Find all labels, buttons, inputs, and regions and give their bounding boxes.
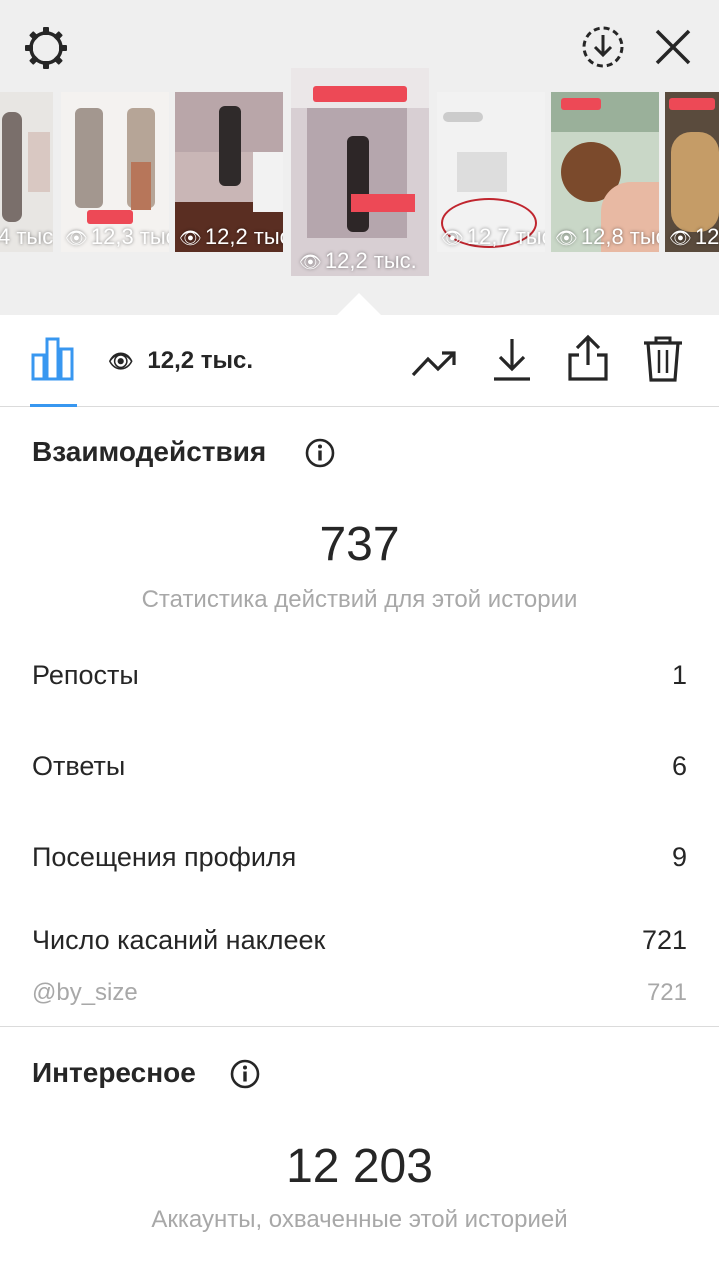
story-thumbnail[interactable]: 👁12,8 тыс. — [551, 92, 659, 252]
interactions-total: 737 — [319, 518, 400, 571]
eye-icon: 👁 — [65, 228, 88, 248]
replies-value: 6 — [671, 751, 687, 781]
sticker-handle-label: @by_size — [32, 979, 138, 1006]
sticker-taps-label: Число касаний наклеек — [32, 925, 326, 955]
profile-visits-value: 9 — [671, 842, 687, 872]
story-views: 👁 12 — [669, 224, 719, 249]
eye-icon: 👁 — [179, 228, 202, 248]
share-icon[interactable] — [566, 333, 610, 383]
story-thumbnail[interactable]: 👁12,3 тыс. — [61, 92, 169, 252]
close-icon[interactable] — [650, 24, 696, 70]
reposts-label: Репосты — [32, 660, 139, 690]
story-views: 👁12,2 тыс. — [299, 248, 417, 273]
profile-visits-label: Посещения профиля — [32, 842, 297, 872]
bar-chart-icon[interactable] — [30, 335, 76, 381]
download-circle-icon[interactable] — [578, 22, 628, 72]
toolbar-view-count: 👁 12,2 тыс. — [108, 347, 254, 374]
info-icon[interactable] — [304, 437, 336, 469]
story-thumbnail[interactable]: 👁12,7 тыс. — [437, 92, 545, 252]
discovery-total: 12 203 — [286, 1140, 433, 1193]
active-tab-indicator — [30, 404, 77, 407]
interactions-subtitle: Статистика действий для этой истории — [141, 586, 578, 613]
story-views: 👁12,8 тыс. — [555, 224, 659, 249]
selected-pointer — [337, 293, 381, 315]
eye-icon: 👁 — [108, 351, 134, 373]
trending-icon[interactable] — [410, 337, 458, 385]
story-thumbnail[interactable]: 👁12,2 тыс. — [175, 92, 283, 252]
trash-icon[interactable] — [642, 335, 684, 383]
eye-icon: 👁 — [555, 228, 578, 248]
info-icon[interactable] — [229, 1058, 261, 1090]
interactions-title: Взаимодействия — [32, 436, 267, 467]
gear-icon[interactable] — [20, 22, 72, 74]
discovery-title: Интересное — [32, 1057, 196, 1088]
story-views: 👁12,3 тыс. — [65, 224, 169, 249]
story-views: 👁12,2 тыс. — [179, 224, 283, 249]
story-strip-area: 4 тыс. 👁12,3 тыс. 👁12,2 тыс. 👁12,2 тыс. — [0, 0, 719, 315]
story-thumbnails: 4 тыс. 👁12,3 тыс. 👁12,2 тыс. 👁12,2 тыс. — [0, 68, 719, 283]
eye-icon: 👁 — [299, 252, 322, 272]
discovery-subtitle: Аккаунты, охваченные этой историей — [151, 1206, 568, 1233]
section-divider — [0, 1026, 719, 1027]
story-thumbnail-selected[interactable]: 👁 12,2 тыс. — [291, 68, 429, 276]
download-icon[interactable] — [490, 335, 534, 383]
story-thumbnail[interactable]: 👁 12 — [665, 92, 719, 252]
story-thumbnail[interactable]: 4 тыс. — [0, 92, 53, 252]
eye-icon: 👁 — [441, 228, 464, 248]
eye-icon: 👁 — [669, 228, 692, 248]
sticker-taps-value: 721 — [641, 925, 687, 955]
story-views: 4 тыс. — [0, 224, 53, 249]
reposts-value: 1 — [671, 660, 687, 690]
sticker-handle-value: 721 — [646, 979, 687, 1006]
story-views: 👁12,7 тыс. — [441, 224, 545, 249]
replies-label: Ответы — [32, 751, 126, 781]
